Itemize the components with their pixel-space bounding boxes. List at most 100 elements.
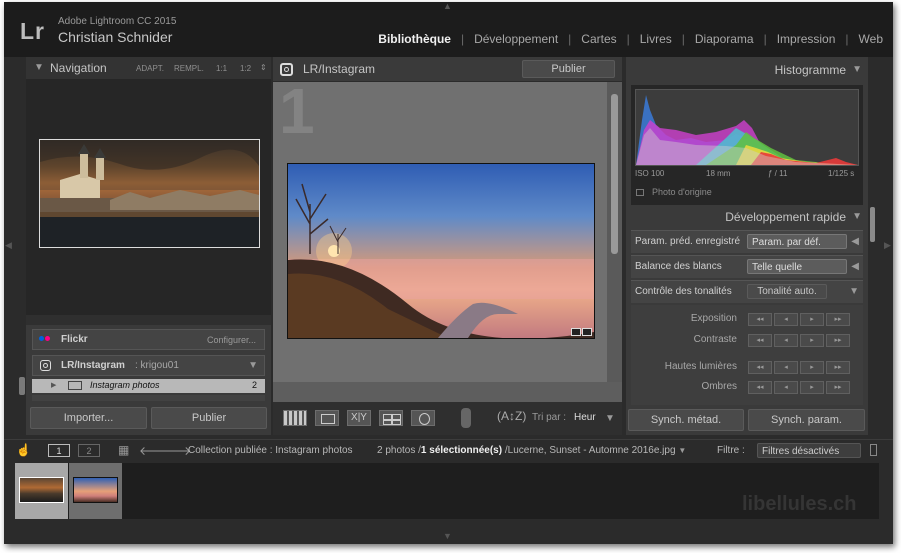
contrast-steps: ◂◂ ◂ ▸ ▸▸	[748, 334, 850, 347]
shadows-dec-large[interactable]: ◂◂	[748, 381, 772, 394]
highlights-inc-small[interactable]: ▸	[800, 361, 824, 374]
exposure-inc-small[interactable]: ▸	[800, 313, 824, 326]
hand-icon[interactable]: ☝	[16, 443, 31, 457]
forward-arrow-icon[interactable]: 🡒	[159, 443, 191, 458]
filter-lock-icon[interactable]	[870, 444, 877, 456]
spray-can-icon[interactable]	[461, 408, 471, 428]
highlights-dec-small[interactable]: ◂	[774, 361, 798, 374]
sync-metadata-button[interactable]: Synch. métad.	[628, 409, 744, 431]
filename-menu-icon[interactable]: ▼	[678, 446, 686, 455]
toolbar-menu-icon[interactable]: ▼	[605, 413, 615, 424]
filter-select[interactable]: Filtres désactivés	[757, 443, 861, 458]
survey-view-icon[interactable]	[379, 410, 403, 426]
zoom-stepper-icon[interactable]: ⇕	[260, 63, 267, 72]
preset-select[interactable]: Param. par déf.	[747, 234, 847, 249]
tone-control-expand-icon[interactable]: ▼	[849, 286, 859, 297]
right-panel-scrollbar[interactable]	[870, 207, 875, 242]
instagram-expand-icon[interactable]: ▼	[248, 360, 258, 371]
lr-logo: Lr	[20, 18, 45, 44]
source-breadcrumb[interactable]: Collection publiée : Instagram photos	[188, 445, 353, 456]
collapse-bottom-arrow-icon[interactable]: ▼	[443, 531, 452, 541]
module-print[interactable]: Impression	[777, 32, 836, 46]
flickr-icon-blue	[39, 336, 44, 341]
exif-iso: ISO 100	[635, 169, 665, 178]
histogram-curves	[636, 95, 858, 165]
original-photo-checkbox[interactable]	[636, 189, 644, 196]
module-slideshow[interactable]: Diaporama	[695, 32, 754, 46]
grid-scrollbar-track[interactable]	[607, 82, 622, 382]
zoom-fill[interactable]: REMPL.	[174, 64, 204, 73]
preset-collapse-icon[interactable]: ◀	[851, 236, 859, 247]
contrast-dec-large[interactable]: ◂◂	[748, 334, 772, 347]
crop-badge-icon	[571, 328, 581, 336]
shadows-dec-small[interactable]: ◂	[774, 381, 798, 394]
import-button[interactable]: Importer...	[30, 407, 147, 429]
loupe-view-icon[interactable]	[315, 410, 339, 426]
sort-value[interactable]: Heur	[574, 412, 596, 423]
shadows-inc-small[interactable]: ▸	[800, 381, 824, 394]
right-panel: Histogramme ▼ ISO 100 18 mm ƒ / 11 1/125…	[626, 57, 868, 435]
left-panel: ▼ Navigation ADAPT. REMPL. 1:1 1:2 ⇕ Fli…	[26, 57, 271, 435]
collection-row-selected[interactable]: ▶ Instagram photos 2	[32, 379, 265, 393]
tone-control-row: Contrôle des tonalités Tonalité auto. ▼	[631, 280, 863, 303]
contrast-dec-small[interactable]: ◂	[774, 334, 798, 347]
identity-plate-bar: ▲ Lr Adobe Lightroom CC 2015 Christian S…	[4, 2, 893, 57]
filmstrip-cell-2[interactable]	[69, 463, 122, 519]
contrast-inc-small[interactable]: ▸	[800, 334, 824, 347]
white-balance-collapse-icon[interactable]: ◀	[851, 261, 859, 272]
collapse-top-arrow-icon[interactable]: ▲	[443, 2, 452, 11]
tone-control-label: Contrôle des tonalités	[635, 286, 732, 297]
exposure-dec-small[interactable]: ◂	[774, 313, 798, 326]
histogram-graph	[635, 89, 859, 166]
white-balance-select[interactable]: Telle quelle	[747, 259, 847, 274]
zoom-1-2[interactable]: 1:2	[240, 64, 251, 73]
grid-view-icon[interactable]	[283, 410, 307, 426]
shadows-inc-large[interactable]: ▸▸	[826, 381, 850, 394]
flickr-configure[interactable]: Configurer...	[207, 335, 256, 345]
exposure-inc-large[interactable]: ▸▸	[826, 313, 850, 326]
toolbar: X|Y (A↕Z) Tri par : Heur ▼	[273, 402, 622, 435]
module-web[interactable]: Web	[859, 32, 883, 46]
collapse-left-arrow-icon[interactable]: ◀	[5, 240, 12, 251]
people-view-icon[interactable]	[411, 410, 435, 426]
collection-expand-icon[interactable]: ▶	[51, 381, 56, 389]
sort-direction-icon[interactable]: (A↕Z)	[497, 409, 526, 423]
highlights-inc-large[interactable]: ▸▸	[826, 361, 850, 374]
histogram-expand-icon[interactable]: ▼	[852, 64, 862, 75]
exposure-dec-large[interactable]: ◂◂	[748, 313, 772, 326]
collapse-right-arrow-icon[interactable]: ▶	[884, 240, 891, 251]
selected-count: 1 sélectionnée(s)	[420, 445, 503, 456]
module-develop[interactable]: Développement	[474, 32, 558, 46]
quick-develop-title: Développement rapide	[725, 210, 846, 224]
sync-settings-button[interactable]: Synch. param.	[748, 409, 865, 431]
highlights-dec-large[interactable]: ◂◂	[748, 361, 772, 374]
left-panel-scrollbar[interactable]	[19, 377, 25, 395]
filmstrip-cell-1[interactable]	[15, 463, 68, 519]
navigator-thumbnail	[39, 139, 260, 248]
navigator-preview[interactable]	[26, 79, 271, 315]
secondary-screen-toggle[interactable]: 2	[78, 444, 100, 457]
white-balance-row: Balance des blancs Telle quelle ◀	[631, 255, 863, 278]
grid-scrollbar-thumb[interactable]	[611, 94, 618, 254]
filmstrip-grid-icon[interactable]: ▦	[118, 443, 129, 457]
thumbnail-sunset[interactable]	[287, 163, 595, 339]
original-photo-label: Photo d'origine	[652, 187, 712, 197]
module-library[interactable]: Bibliothèque	[378, 32, 451, 46]
module-book[interactable]: Livres	[640, 32, 672, 46]
panel-divider	[26, 315, 271, 325]
compare-view-icon[interactable]: X|Y	[347, 410, 371, 426]
publish-service-instagram[interactable]: LR/Instagram : krigou01 ▼	[32, 355, 265, 376]
publish-service-flickr[interactable]: Flickr Configurer...	[32, 329, 265, 350]
zoom-fit[interactable]: ADAPT.	[136, 64, 164, 73]
publish-button-left[interactable]: Publier	[151, 407, 267, 429]
preset-row: Param. préd. enregistré Param. par déf. …	[631, 230, 863, 253]
module-map[interactable]: Cartes	[581, 32, 616, 46]
selection-info: 2 photos /1 sélectionnée(s) /Lucerne, Su…	[377, 445, 686, 456]
contrast-inc-large[interactable]: ▸▸	[826, 334, 850, 347]
main-screen-toggle[interactable]: 1	[48, 444, 70, 457]
quick-develop-expand-icon[interactable]: ▼	[852, 211, 862, 222]
zoom-1-1[interactable]: 1:1	[216, 64, 227, 73]
publish-button-header[interactable]: Publier	[522, 60, 615, 78]
navigator-expand-icon[interactable]: ▼	[34, 62, 44, 73]
auto-tone-button[interactable]: Tonalité auto.	[747, 284, 827, 299]
